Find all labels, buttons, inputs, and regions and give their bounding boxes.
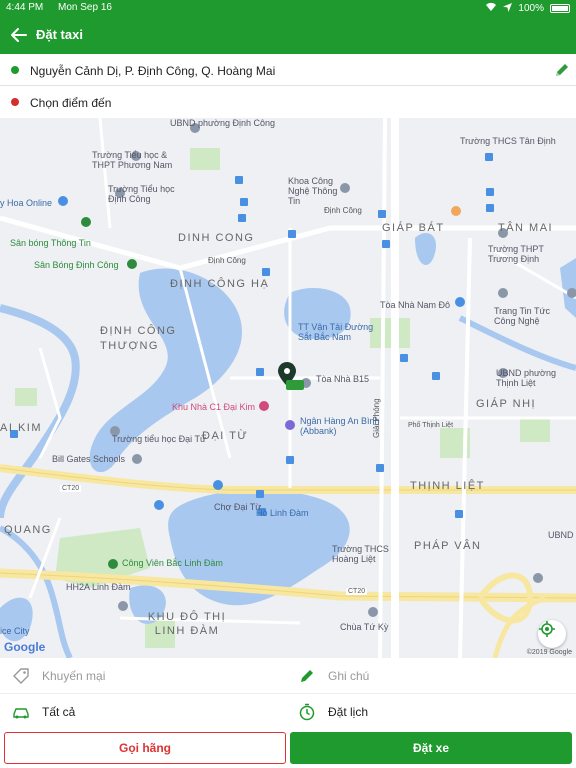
map-label: THỊNH LIỆT <box>410 480 485 492</box>
nav-bar: Đặt taxi <box>0 16 576 54</box>
back-arrow-icon[interactable] <box>8 24 30 46</box>
map-label: Trường tiểu học Đại Từ <box>112 434 206 444</box>
battery-icon <box>550 4 570 13</box>
map-label: Sân Bóng Định Công <box>34 260 119 270</box>
call-company-button[interactable]: Gọi hãng <box>4 732 286 764</box>
map-label: TÂN MAI <box>498 222 554 234</box>
map-label: UBND phường Định Công <box>170 118 275 128</box>
promo-option[interactable]: Khuyến mại <box>12 658 105 694</box>
car-type-option[interactable]: Tất cả <box>12 694 75 730</box>
destination-field[interactable]: Chọn điểm đến <box>0 86 576 118</box>
status-bar: 4:44 PM Mon Sep 16 100% <box>0 0 576 16</box>
map-label: Khu Nhà C1 Đại Kim <box>172 402 256 412</box>
promo-label: Khuyến mại <box>42 669 106 683</box>
map-label: Phố Thịnh Liệt <box>408 422 454 429</box>
map-view[interactable]: UBND phường Định Công Trường Tiểu học & … <box>0 118 576 658</box>
google-logo: Google <box>4 640 46 654</box>
page-title: Đặt taxi <box>36 27 83 42</box>
map-label: HH2A Linh Đàm <box>66 582 131 592</box>
map-label: Định Công <box>208 256 246 265</box>
clock-icon <box>299 703 315 721</box>
note-option[interactable]: Ghi chú <box>298 658 369 694</box>
note-label: Ghi chú <box>328 669 370 683</box>
map-label: CT20 <box>346 588 368 595</box>
pickup-dot-icon <box>11 66 19 74</box>
map-label: KHU ĐÔ THỊ LINH ĐÀM <box>147 611 227 637</box>
pickup-address: Nguyễn Cảnh Dị, P. Định Công, Q. Hoàng M… <box>30 64 276 78</box>
map-label: UBND phường Thịnh Liệt <box>496 368 556 388</box>
schedule-option[interactable]: Đặt lịch <box>298 694 368 730</box>
map-label: DINH CONG <box>178 232 255 244</box>
map-label: Sân bóng Thông Tin <box>10 238 91 248</box>
destination-placeholder: Chọn điểm đến <box>30 96 112 110</box>
map-label: Tòa Nhà B15 <box>316 374 370 384</box>
map-label: Bill Gates Schools <box>52 454 126 464</box>
car-type-label: Tất cả <box>42 705 76 719</box>
map-label: Chùa Tứ Kỳ <box>340 622 389 632</box>
map-label: ĐỊNH CÔNG HẠ <box>170 278 270 290</box>
map-label: CT20 <box>60 485 82 492</box>
map-label: GIÁP BÁT <box>382 222 445 234</box>
map-label: Trường THCS Tân Định <box>460 136 556 146</box>
status-time: 4:44 PM <box>6 2 44 13</box>
booking-options: Khuyến mại Ghi chú Tất cả Đặt lịch <box>0 658 576 730</box>
map-label: Trường Tiểu học & THPT Phương Nam <box>92 150 173 170</box>
pencil-icon <box>301 670 313 682</box>
wifi-icon <box>485 2 497 15</box>
map-label: UBND <box>548 530 574 540</box>
book-ride-button[interactable]: Đặt xe <box>290 732 572 764</box>
map-label: Tòa Nhà Nam Đô <box>380 300 451 310</box>
edit-pencil-icon[interactable] <box>554 62 570 78</box>
map-label: Giải Phóng <box>372 398 381 438</box>
my-location-button[interactable] <box>538 620 566 648</box>
map-copyright: ©2019 Google <box>526 649 572 656</box>
map-label: Ngân Hàng An Bình (Abbank) <box>300 416 380 436</box>
map-label: QUANG <box>4 524 52 536</box>
map-label: PHÁP VÂN <box>414 540 482 552</box>
map-label: y Hoa Online <box>0 198 53 208</box>
pickup-field[interactable]: Nguyễn Cảnh Dị, P. Định Công, Q. Hoàng M… <box>0 54 576 86</box>
map-label: AI KIM <box>0 422 43 434</box>
battery-percent: 100% <box>518 3 544 14</box>
map-label: Công Viên Bắc Linh Đàm <box>122 558 223 568</box>
schedule-label: Đặt lịch <box>328 705 369 719</box>
map-label: Trang Tin Tức Công Nghệ <box>494 306 551 326</box>
map-label: TT Vận Tải Đường Sắt Bắc Nam <box>298 322 374 342</box>
map-label: Trường Tiểu học Định Công <box>108 184 175 204</box>
map-label: Trường THPT Trương Định <box>488 244 544 264</box>
map-label: Định Công <box>324 206 362 215</box>
tag-icon <box>13 668 29 684</box>
map-label: GIÁP NHỊ <box>476 398 537 410</box>
map-label: Hồ Linh Đàm <box>256 508 309 518</box>
map-label: ĐẠI TỪ <box>202 430 249 442</box>
status-date: Mon Sep 16 <box>58 2 112 13</box>
car-icon <box>13 708 29 719</box>
map-label: Chợ Đại Từ <box>214 502 262 512</box>
map-label: ĐỊNH CÔNG THƯỢNG <box>100 325 177 352</box>
map-label: Khoa Công Nghệ Thông Tin <box>288 176 338 206</box>
map-label: ice City <box>0 626 30 636</box>
destination-dot-icon <box>11 98 19 106</box>
divider <box>0 693 576 694</box>
location-arrow-icon <box>503 2 513 15</box>
map-label: Trường THCS Hoàng Liệt <box>332 544 389 564</box>
